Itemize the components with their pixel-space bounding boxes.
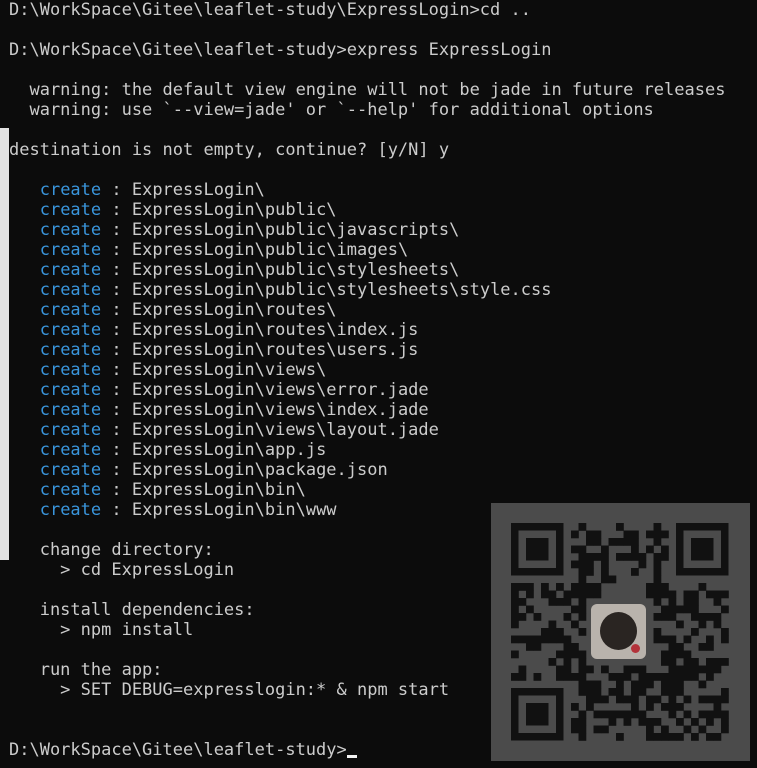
console-line: D:\WorkSpace\Gitee\leaflet-study>express… bbox=[9, 40, 757, 60]
line-text: : ExpressLogin\views\error.jade bbox=[101, 380, 429, 400]
line-text: : ExpressLogin\routes\index.js bbox=[101, 320, 419, 340]
line-text: : ExpressLogin\bin\ bbox=[101, 480, 306, 500]
create-keyword: create bbox=[39, 200, 102, 220]
create-output-line: create : ExpressLogin\public\images\ bbox=[9, 240, 757, 260]
create-output-line: create : ExpressLogin\package.json bbox=[9, 460, 757, 480]
console-line: warning: the default view engine will no… bbox=[9, 80, 757, 100]
create-keyword: create bbox=[39, 440, 102, 460]
create-keyword: create bbox=[39, 300, 102, 320]
line-text: : ExpressLogin\public\ bbox=[101, 200, 337, 220]
create-output-line: create : ExpressLogin\public\ bbox=[9, 200, 757, 220]
create-output-line: create : ExpressLogin\views\error.jade bbox=[9, 380, 757, 400]
line-text: : ExpressLogin\package.json bbox=[101, 460, 388, 480]
line-text: : ExpressLogin\views\index.jade bbox=[101, 400, 429, 420]
line-text: : ExpressLogin\bin\www bbox=[101, 500, 337, 520]
create-output-line: create : ExpressLogin\public\javascripts… bbox=[9, 220, 757, 240]
line-text: run the app: bbox=[9, 660, 163, 680]
create-keyword: create bbox=[39, 280, 102, 300]
create-output-line: create : ExpressLogin\views\index.jade bbox=[9, 400, 757, 420]
line-text: warning: use `--view=jade' or `--help' f… bbox=[9, 100, 654, 120]
scrollbar-thumb[interactable] bbox=[0, 128, 9, 560]
line-text: change directory: bbox=[9, 540, 214, 560]
console-line: destination is not empty, continue? [y/N… bbox=[9, 140, 757, 160]
create-output-line: create : ExpressLogin\ bbox=[9, 180, 757, 200]
create-keyword: create bbox=[39, 480, 102, 500]
create-keyword: create bbox=[39, 240, 102, 260]
line-text: D:\WorkSpace\Gitee\leaflet-study\Express… bbox=[9, 0, 531, 20]
create-keyword: create bbox=[39, 340, 102, 360]
create-keyword: create bbox=[39, 260, 102, 280]
qr-code-icon bbox=[491, 503, 750, 761]
console-line: D:\WorkSpace\Gitee\leaflet-study\Express… bbox=[9, 0, 757, 20]
line-text: : ExpressLogin\app.js bbox=[101, 440, 327, 460]
line-text: : ExpressLogin\public\stylesheets\ bbox=[101, 260, 460, 280]
text-cursor bbox=[346, 755, 357, 758]
line-text: : ExpressLogin\routes\ bbox=[101, 300, 337, 320]
create-keyword: create bbox=[39, 400, 102, 420]
line-text: > SET DEBUG=expresslogin:* & npm start bbox=[9, 680, 450, 700]
create-keyword: create bbox=[39, 380, 102, 400]
console-line: warning: use `--view=jade' or `--help' f… bbox=[9, 100, 757, 120]
create-keyword: create bbox=[39, 320, 102, 340]
create-output-line: create : ExpressLogin\routes\index.js bbox=[9, 320, 757, 340]
line-text: : ExpressLogin\ bbox=[101, 180, 265, 200]
line-text: > npm install bbox=[9, 620, 194, 640]
line-text: : ExpressLogin\routes\users.js bbox=[101, 340, 419, 360]
create-output-line: create : ExpressLogin\routes\users.js bbox=[9, 340, 757, 360]
line-text: : ExpressLogin\views\ bbox=[101, 360, 327, 380]
line-text: D:\WorkSpace\Gitee\leaflet-study>express… bbox=[9, 40, 552, 60]
qr-center-avatar bbox=[591, 604, 646, 659]
create-keyword: create bbox=[39, 460, 102, 480]
create-keyword: create bbox=[39, 360, 102, 380]
line-text: : ExpressLogin\views\layout.jade bbox=[101, 420, 439, 440]
create-output-line: create : ExpressLogin\views\ bbox=[9, 360, 757, 380]
create-output-line: create : ExpressLogin\app.js bbox=[9, 440, 757, 460]
line-text: : ExpressLogin\public\javascripts\ bbox=[101, 220, 460, 240]
create-output-line: create : ExpressLogin\public\stylesheets… bbox=[9, 260, 757, 280]
line-text: > cd ExpressLogin bbox=[9, 560, 235, 580]
create-output-line: create : ExpressLogin\public\stylesheets… bbox=[9, 280, 757, 300]
line-text: destination is not empty, continue? [y/N… bbox=[9, 140, 450, 160]
create-output-line: create : ExpressLogin\routes\ bbox=[9, 300, 757, 320]
create-keyword: create bbox=[39, 180, 102, 200]
create-keyword: create bbox=[39, 420, 102, 440]
create-output-line: create : ExpressLogin\bin\ bbox=[9, 480, 757, 500]
line-text: : ExpressLogin\public\images\ bbox=[101, 240, 409, 260]
scrollbar[interactable] bbox=[0, 0, 9, 768]
line-text: warning: the default view engine will no… bbox=[9, 80, 726, 100]
line-text: : ExpressLogin\public\stylesheets\style.… bbox=[101, 280, 552, 300]
create-keyword: create bbox=[39, 220, 102, 240]
line-text: D:\WorkSpace\Gitee\leaflet-study> bbox=[9, 740, 347, 760]
create-output-line: create : ExpressLogin\views\layout.jade bbox=[9, 420, 757, 440]
line-text: install dependencies: bbox=[9, 600, 255, 620]
create-keyword: create bbox=[39, 500, 102, 520]
